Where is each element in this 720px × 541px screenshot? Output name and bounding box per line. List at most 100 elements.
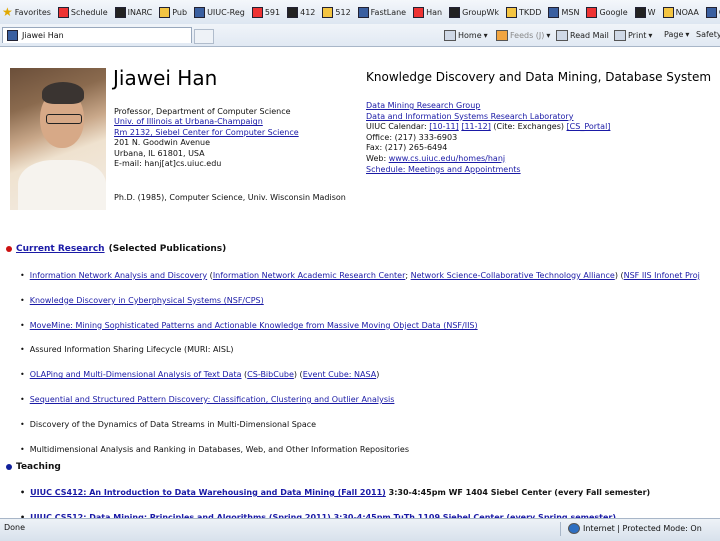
favorite-412[interactable]: 412 (285, 6, 317, 18)
teaching-heading: Teaching (6, 462, 61, 472)
home-button[interactable]: Home ▾ (444, 30, 488, 41)
right-info-link[interactable]: Data Mining Research Group (366, 101, 480, 110)
favorite-label: Favorites (14, 7, 51, 17)
teaching-item: UIUC CS412: An Introduction to Data Ware… (20, 488, 650, 513)
research-item-link[interactable]: CS-BibCube (247, 370, 294, 379)
research-item-link[interactable]: Sequential and Structured Pattern Discov… (30, 395, 395, 404)
favorite-groupwk[interactable]: GroupWk (447, 6, 501, 18)
research-item-link[interactable]: OLAPing and Multi-Dimensional Analysis o… (30, 370, 242, 379)
status-text: Done (4, 523, 26, 532)
home-icon (444, 30, 456, 41)
favorite-label: TKDD (519, 7, 542, 17)
favorite-pub[interactable]: Pub (157, 6, 189, 18)
research-item-link[interactable]: NSF IIS Infonet Proj (624, 271, 700, 280)
right-info-line: Data and Information Systems Research La… (366, 112, 610, 123)
right-info-line: Web: www.cs.uiuc.edu/homes/hanj (366, 154, 610, 165)
favorite-label: Google (599, 7, 628, 17)
research-item-link[interactable]: Information Network Academic Research Ce… (213, 271, 406, 280)
profile-link[interactable]: Rm 2132, Siebel Center for Computer Scie… (114, 128, 299, 138)
tab-jiawei-han[interactable]: Jiawei Han (2, 27, 192, 43)
favorite-591[interactable]: 591 (250, 6, 282, 18)
contact-info: Professor, Department of Computer Scienc… (114, 107, 299, 169)
research-item-link[interactable]: Knowledge Discovery in Cyberphysical Sys… (30, 296, 264, 305)
favorite-uiuc-reg[interactable]: UIUC-Reg (192, 6, 247, 18)
print-icon (614, 30, 626, 41)
page-icon (357, 6, 369, 18)
research-item-link[interactable]: Information Network Analysis and Discove… (30, 271, 207, 280)
right-info-line: Office: (217) 333-6903 (366, 133, 610, 144)
favorite-noaa[interactable]: NOAA (661, 6, 701, 18)
right-info-link[interactable]: [CS_Portal] (567, 122, 611, 131)
favorite-label: GroupWk (462, 7, 500, 17)
favorite-schedule[interactable]: Schedule (56, 6, 110, 18)
research-item: OLAPing and Multi-Dimensional Analysis o… (20, 370, 700, 395)
page-title: Jiawei Han (113, 66, 218, 90)
favorite-msn[interactable]: MSN (546, 6, 581, 18)
read-mail-button[interactable]: Read Mail (556, 30, 609, 41)
page-icon (413, 6, 425, 18)
right-info-link[interactable]: www.cs.uiuc.edu/homes/hanj (389, 154, 505, 163)
favorite-inarc[interactable]: INARC (113, 6, 155, 18)
page-icon (449, 6, 461, 18)
safety-menu-button[interactable]: Safety (696, 30, 720, 39)
profile-line: E-mail: hanj[at]cs.uiuc.edu (114, 159, 222, 169)
page-icon (506, 6, 518, 18)
favorite-label: Pub (172, 7, 188, 17)
page-label: Page (664, 30, 684, 39)
right-info-link[interactable]: Schedule: Meetings and Appointments (366, 165, 521, 174)
page-icon (251, 6, 263, 18)
right-info-line: UIUC Calendar: [10-11] [11-12] (Cite: Ex… (366, 122, 610, 133)
favorite-512[interactable]: 512 (320, 6, 352, 18)
profile-photo (10, 68, 106, 210)
mail-icon (556, 30, 568, 41)
favorite-label: 512 (335, 7, 351, 17)
favorite-cs-portal[interactable]: CS Portal (704, 6, 720, 18)
zone-label: Internet | Protected Mode: On (583, 524, 702, 533)
current-research-link[interactable]: Current Research (16, 244, 105, 254)
research-item-link[interactable]: Event Cube: NASA (303, 370, 377, 379)
profile-link[interactable]: Univ. of Illinois at Urbana-Champaign (114, 117, 299, 127)
security-zone[interactable]: Internet | Protected Mode: On (568, 523, 702, 534)
favorite-w[interactable]: W (633, 6, 658, 18)
feeds-button[interactable]: Feeds (J) ▾ (496, 30, 550, 41)
print-label: Print (628, 31, 647, 40)
page-icon (7, 30, 18, 41)
research-item-link[interactable]: MoveMine: Mining Sophisticated Patterns … (30, 321, 478, 330)
research-item: Sequential and Structured Pattern Discov… (20, 395, 700, 420)
page-icon (705, 6, 717, 18)
right-info-text: UIUC Calendar: (366, 122, 430, 132)
current-research-heading: Current Research (Selected Publications) (6, 244, 226, 254)
teaching-heading-text: Teaching (16, 462, 61, 472)
research-item-text: ) ( (614, 271, 624, 280)
print-button[interactable]: Print ▾ (614, 30, 652, 41)
favorite-favorites[interactable]: ★ Favorites (0, 6, 53, 18)
feeds-icon (496, 30, 508, 41)
page-menu-button[interactable]: Page ▾ (664, 30, 689, 39)
page-icon (114, 6, 126, 18)
research-item-link[interactable]: Network Science-Collaborative Technology… (411, 271, 615, 280)
research-item-text: Discovery of the Dynamics of Data Stream… (29, 419, 317, 429)
favorite-fastlane[interactable]: FastLane (356, 6, 408, 18)
page-icon (662, 6, 674, 18)
right-info-text: Fax: (217) 265-6494 (366, 143, 448, 153)
right-info-link[interactable]: Data and Information Systems Research La… (366, 112, 573, 121)
research-item-text: Assured Information Sharing Lifecycle (M… (29, 345, 234, 355)
page-icon (287, 6, 299, 18)
new-tab-button[interactable] (194, 29, 214, 44)
right-info-line: Fax: (217) 265-6494 (366, 143, 610, 154)
favorite-tkdd[interactable]: TKDD (504, 6, 543, 18)
page-icon (159, 6, 171, 18)
page-icon (548, 6, 560, 18)
teaching-item-link[interactable]: UIUC CS412: An Introduction to Data Ware… (30, 488, 386, 497)
favorite-han[interactable]: Han (411, 6, 444, 18)
research-item: Assured Information Sharing Lifecycle (M… (20, 345, 700, 370)
globe-icon (568, 523, 580, 534)
right-info-link[interactable]: [11-12] (461, 122, 491, 131)
right-info: Data Mining Research Group Data and Infor… (366, 101, 610, 175)
research-item-text: Multidimensional Analysis and Ranking in… (29, 444, 409, 454)
right-info-link[interactable]: [10-11] (429, 122, 459, 131)
research-area-title: Knowledge Discovery and Data Mining, Dat… (366, 70, 712, 84)
favorite-google[interactable]: Google (584, 6, 629, 18)
phd-line: Ph.D. (1985), Computer Science, Univ. Wi… (114, 193, 346, 202)
research-item: Information Network Analysis and Discove… (20, 271, 700, 296)
